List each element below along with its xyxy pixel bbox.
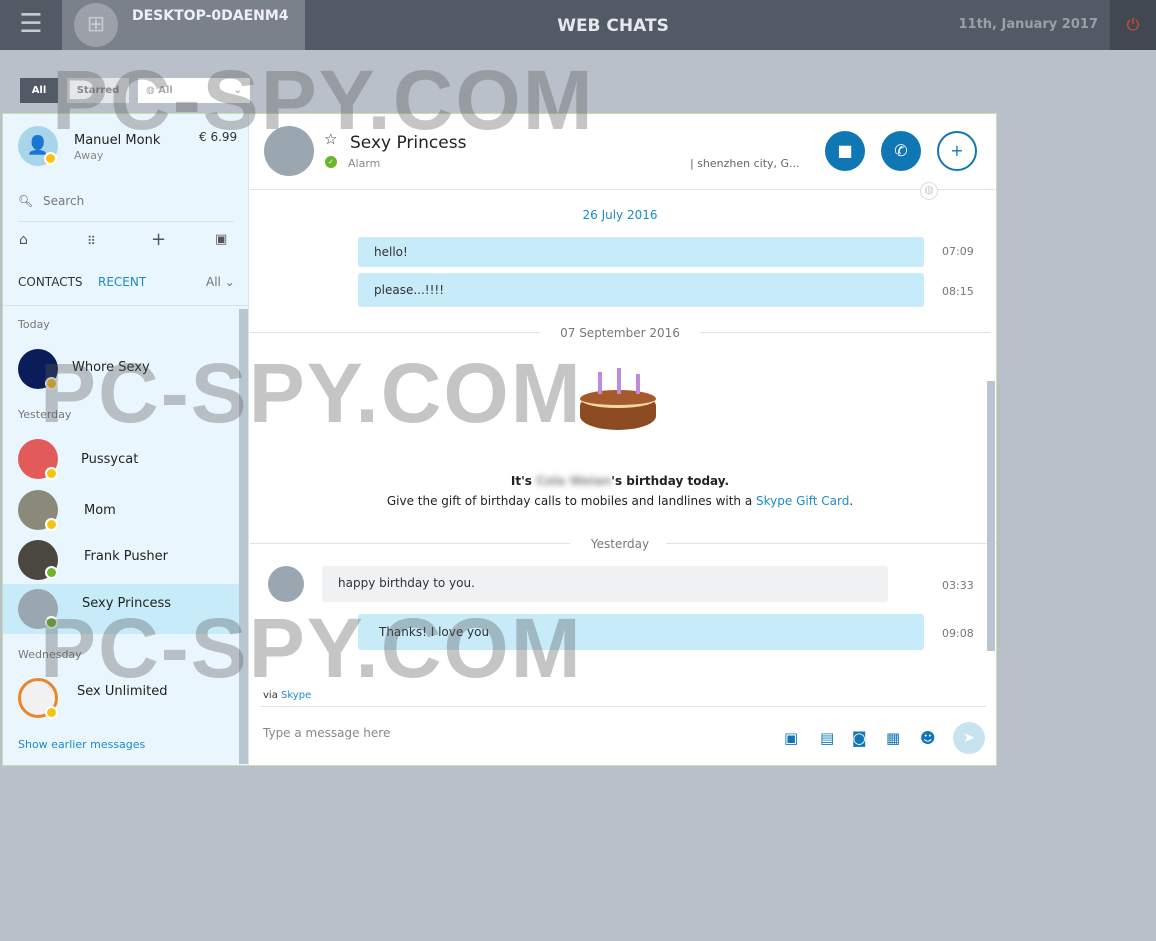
power-icon[interactable]: ⏻ — [1110, 0, 1156, 50]
chat-scrollbar[interactable] — [987, 381, 995, 651]
via-label: via Skype — [263, 690, 311, 701]
away-status-icon — [45, 518, 58, 531]
section-today: Today — [18, 318, 50, 331]
star-icon[interactable]: ☆ — [324, 130, 337, 148]
date-separator: 07 September 2016 — [560, 326, 680, 340]
filter-select[interactable]: ◍ All ⌄ — [138, 78, 250, 103]
contact-name: Sexy Princess — [82, 596, 172, 611]
home-icon[interactable]: ⌂ — [19, 232, 28, 248]
gift-text: Give the gift of birthday calls to mobil… — [386, 494, 757, 508]
sidebar: 👤 Manuel Monk Away € 6.99 🔍︎ Search ⌂ ⠿ … — [3, 114, 249, 765]
contact-avatar[interactable] — [264, 126, 314, 176]
message-input[interactable]: Type a message here — [263, 726, 390, 740]
recent-filter-value: All — [206, 275, 221, 289]
contact-name: Pussycat — [81, 452, 139, 467]
message-bubble: hello! — [358, 237, 924, 267]
profile-name: Manuel Monk — [74, 133, 161, 148]
chevron-down-icon: ⌄ — [233, 85, 242, 96]
skype-link[interactable]: Skype — [281, 690, 311, 701]
search-input[interactable]: 🔍︎ Search — [18, 190, 234, 222]
bot-icon[interactable]: ▣ — [215, 232, 227, 247]
call-button[interactable]: ✆ — [881, 131, 921, 171]
filter-select-value: All — [158, 85, 173, 96]
divider — [250, 189, 995, 190]
via-text: via — [263, 690, 282, 701]
section-wednesday: Wednesday — [18, 648, 82, 661]
show-earlier-link[interactable]: Show earlier messages — [18, 738, 145, 751]
section-yesterday: Yesterday — [18, 408, 72, 421]
send-contact-icon[interactable]: ▦ — [886, 729, 900, 747]
message-bubble: please...!!!! — [358, 273, 924, 307]
filter-all-button[interactable]: All — [20, 78, 58, 103]
date-separator: 26 July 2016 — [582, 208, 658, 222]
date-separator: Yesterday — [590, 537, 650, 551]
online-status-icon — [45, 566, 58, 579]
mood-text: Alarm — [348, 157, 381, 170]
search-icon: 🔍︎ — [18, 194, 34, 208]
chat-area: ☆ Sexy Princess ✓ Alarm | shenzhen city,… — [250, 114, 996, 765]
away-status-icon — [45, 706, 58, 719]
birthday-text: 's birthday today. — [611, 474, 730, 488]
birthday-text: It's — [510, 474, 537, 488]
away-status-icon — [45, 377, 58, 390]
computer-name: DESKTOP-0DAENM4 — [132, 8, 289, 24]
sidebar-scrollbar[interactable] — [239, 309, 248, 764]
message-time: 03:33 — [942, 579, 974, 592]
profile-status: Away — [74, 149, 104, 162]
recent-filter[interactable]: All ⌄ — [206, 275, 235, 289]
hamburger-menu-icon[interactable]: ☰ — [0, 0, 62, 50]
birthday-notice: It's Cola Weian's birthday today. — [250, 474, 990, 488]
divider — [260, 706, 986, 707]
page-title: WEB CHATS — [557, 16, 669, 36]
windows-icon: ⊞ — [74, 3, 118, 47]
search-placeholder: Search — [43, 194, 85, 208]
dialpad-icon[interactable]: ⠿ — [87, 234, 96, 248]
send-button[interactable]: ➤ — [953, 722, 985, 754]
sender-avatar — [268, 566, 304, 602]
message-time: 07:09 — [942, 245, 974, 258]
add-contact-button[interactable]: + — [937, 131, 977, 171]
contact-name: Sex Unlimited — [77, 684, 168, 699]
incoming-message: happy birthday to you. — [322, 566, 888, 602]
contact-item[interactable]: Mom — [3, 486, 239, 534]
tab-contacts[interactable]: CONTACTS — [18, 275, 83, 289]
video-call-button[interactable]: ■ — [825, 131, 865, 171]
message-time: 09:08 — [942, 627, 974, 640]
credit-balance: € 6.99 — [199, 130, 238, 144]
blurred-name: Cola Weian — [536, 474, 612, 488]
emoticon-icon[interactable]: ☻ — [920, 729, 936, 747]
add-icon[interactable]: + — [151, 229, 166, 250]
filter-starred-button[interactable]: Starred — [67, 78, 129, 103]
location-text: | shenzhen city, G... — [690, 157, 800, 170]
divider — [3, 305, 249, 306]
gift-notice: Give the gift of birthday calls to mobil… — [250, 494, 990, 508]
away-status-icon — [44, 152, 57, 165]
contact-name: Whore Sexy — [72, 360, 150, 375]
send-file-icon[interactable]: ▤ — [820, 729, 834, 747]
online-status-icon — [45, 616, 58, 629]
tab-recent[interactable]: RECENT — [98, 275, 146, 289]
message-time: 08:15 — [942, 285, 974, 298]
outgoing-message: Thanks! I love you — [358, 614, 924, 650]
video-message-icon[interactable]: ◙ — [852, 729, 867, 747]
contact-item-selected[interactable]: Sexy Princess — [3, 584, 239, 634]
contact-item[interactable]: Whore Sexy — [3, 343, 239, 391]
globe-icon: ◍ — [146, 85, 159, 96]
skype-gift-card-link[interactable]: Skype Gift Card — [756, 494, 849, 508]
contact-item[interactable]: Pussycat — [3, 435, 239, 483]
date-label: 11th, January 2017 — [958, 17, 1098, 32]
contact-name: Mom — [84, 503, 116, 518]
globe-icon: ◍ — [920, 182, 938, 200]
gift-text-end: . — [849, 494, 854, 508]
contact-item[interactable]: Sex Unlimited — [3, 674, 239, 722]
chat-contact-name: Sexy Princess — [350, 133, 467, 153]
computer-selector[interactable]: ⊞ DESKTOP-0DAENM4 — [62, 0, 305, 50]
contact-item[interactable]: Frank Pusher — [3, 534, 239, 582]
skype-panel: 👤 Manuel Monk Away € 6.99 🔍︎ Search ⌂ ⠿ … — [2, 113, 997, 766]
contact-name: Frank Pusher — [84, 549, 168, 564]
send-image-icon[interactable]: ▣ — [784, 729, 798, 747]
away-status-icon — [45, 467, 58, 480]
online-status-icon: ✓ — [325, 156, 337, 168]
birthday-cake-icon — [580, 368, 656, 432]
